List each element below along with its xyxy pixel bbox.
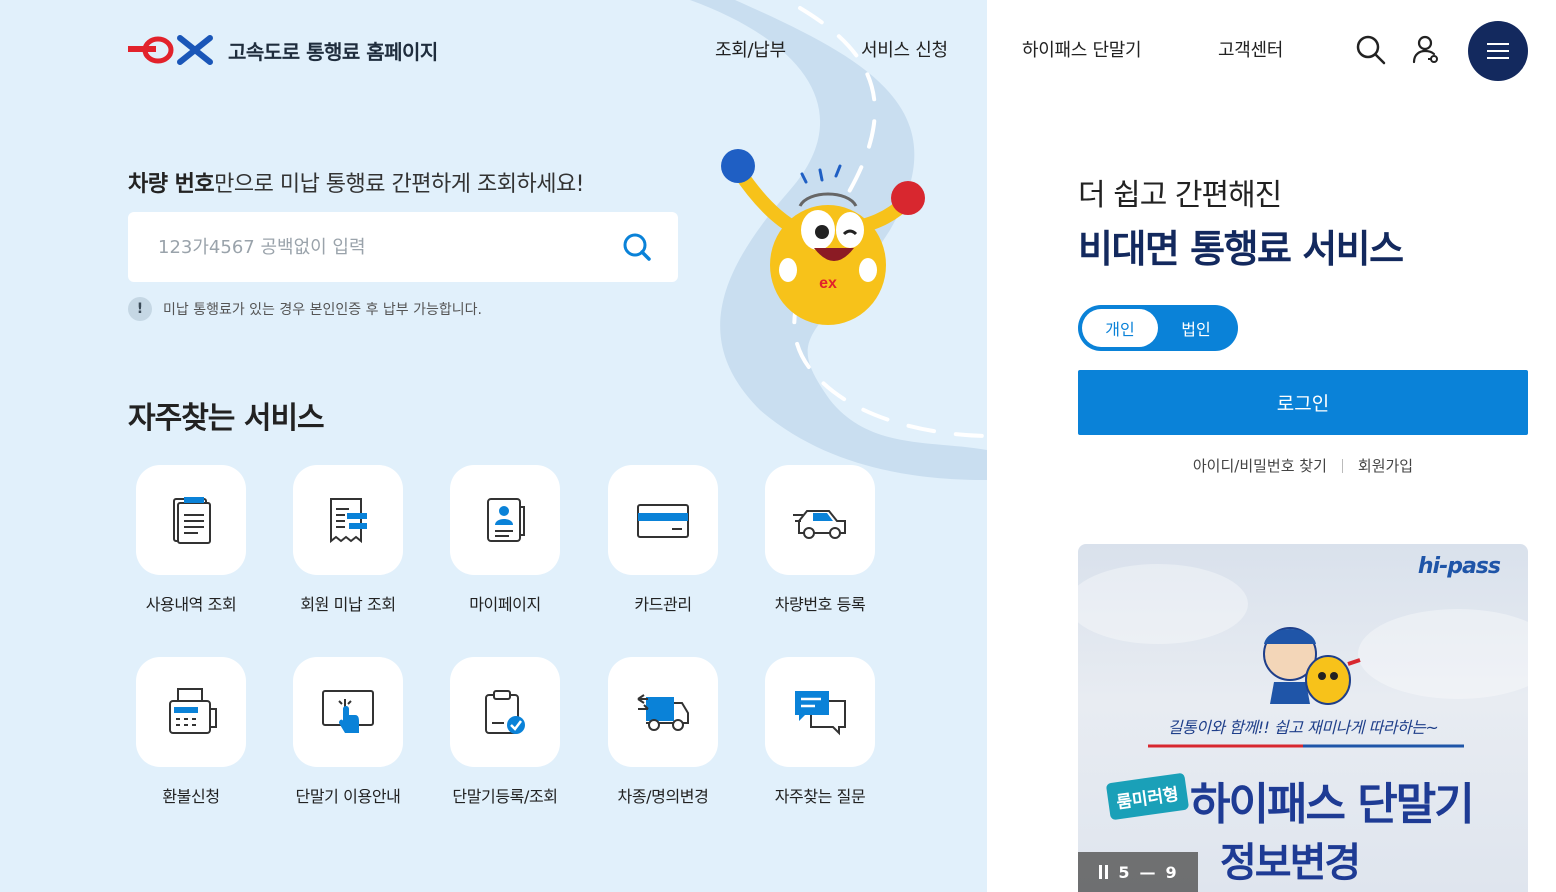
hamburger-menu-icon bbox=[1487, 43, 1509, 45]
ex-logo-icon bbox=[128, 35, 213, 65]
search-submit-icon[interactable] bbox=[620, 230, 654, 264]
promo-title: 비대면 통행료 서비스 bbox=[1078, 227, 1404, 271]
hipass-brand-logo: hi-pass bbox=[1417, 554, 1501, 579]
divider bbox=[1341, 458, 1343, 473]
nav-hipass-device[interactable]: 하이패스 단말기 bbox=[1022, 36, 1142, 62]
banner-subheadline: 정보변경 bbox=[1220, 840, 1361, 886]
plate-search-box bbox=[128, 212, 678, 282]
chat-bubbles-icon bbox=[795, 691, 846, 736]
unpaid-notice: ! 미납 통행료가 있는 경우 본인인증 후 납부 가능합니다. bbox=[128, 297, 482, 321]
plate-number-input[interactable] bbox=[158, 236, 620, 258]
banner-headline: 하이패스 단말기 bbox=[1190, 779, 1475, 830]
service-card-management[interactable]: 카드관리 bbox=[584, 465, 742, 615]
toggle-personal[interactable]: 개인 bbox=[1082, 309, 1158, 347]
service-device-register[interactable]: 단말기등록/조회 bbox=[426, 657, 584, 807]
nav-customer-center[interactable]: 고객센터 bbox=[1218, 36, 1283, 62]
cash-register-icon bbox=[169, 688, 217, 734]
lookup-title: 차량 번호만으로 미납 통행료 간편하게 조회하세요! bbox=[128, 172, 584, 197]
profile-card-icon bbox=[487, 498, 525, 542]
slide-total: 9 bbox=[1165, 862, 1177, 882]
service-unpaid-inquiry[interactable]: 회원 미납 조회 bbox=[269, 465, 427, 615]
promo-subtitle: 더 쉽고 간편해진 bbox=[1078, 178, 1282, 213]
promo-banner[interactable]: hi-pass 길통이와 함께!! 쉽고 재미나게 따라하는~ 룸미러형 하이패… bbox=[1078, 544, 1528, 892]
service-device-guide[interactable]: 단말기 이용안내 bbox=[269, 657, 427, 807]
service-usage-history[interactable]: 사용내역 조회 bbox=[112, 465, 270, 615]
truck-exchange-icon bbox=[637, 694, 689, 731]
exclamation-icon: ! bbox=[128, 297, 152, 321]
account-links: 아이디/비밀번호 찾기 회원가입 bbox=[1078, 455, 1528, 476]
site-title: 고속도로 통행료 홈페이지 bbox=[228, 39, 438, 64]
nav-service-request[interactable]: 서비스 신청 bbox=[861, 36, 948, 62]
hamburger-menu-button[interactable] bbox=[1468, 21, 1528, 81]
service-faq[interactable]: 자주찾는 질문 bbox=[741, 657, 899, 807]
search-icon[interactable] bbox=[1355, 34, 1387, 66]
service-mypage[interactable]: 마이페이지 bbox=[426, 465, 584, 615]
slide-controls: 5 — 9 bbox=[1078, 852, 1198, 892]
receipt-list-icon bbox=[173, 497, 211, 544]
car-icon bbox=[793, 510, 846, 539]
mascot-car-illustration: ex bbox=[721, 149, 925, 325]
signup-link[interactable]: 회원가입 bbox=[1358, 455, 1413, 476]
slide-separator: — bbox=[1139, 862, 1156, 882]
banner-tagline: 길통이와 함께!! 쉽고 재미나게 따라하는~ bbox=[1167, 718, 1439, 737]
toggle-corporate[interactable]: 법인 bbox=[1158, 309, 1234, 347]
user-icon[interactable] bbox=[1410, 34, 1442, 66]
service-refund-request[interactable]: 환불신청 bbox=[112, 657, 270, 807]
member-type-toggle: 개인 법인 bbox=[1078, 305, 1238, 351]
frequent-services-title: 자주찾는 서비스 bbox=[128, 401, 325, 436]
svg-text:ex: ex bbox=[819, 275, 837, 292]
service-vehicle-register[interactable]: 차량번호 등록 bbox=[741, 465, 899, 615]
find-id-password-link[interactable]: 아이디/비밀번호 찾기 bbox=[1193, 455, 1327, 476]
login-button[interactable]: 로그인 bbox=[1078, 370, 1528, 435]
pause-icon[interactable] bbox=[1099, 865, 1109, 879]
service-vehicle-owner-change[interactable]: 차종/명의변경 bbox=[584, 657, 742, 807]
clipboard-check-icon bbox=[485, 690, 525, 734]
nav-inquiry-payment[interactable]: 조회/납부 bbox=[715, 36, 786, 62]
touch-screen-icon bbox=[322, 690, 374, 733]
slide-current: 5 bbox=[1118, 862, 1130, 882]
bill-icon bbox=[330, 498, 367, 544]
notice-text: 미납 통행료가 있는 경우 본인인증 후 납부 가능합니다. bbox=[163, 302, 482, 318]
credit-card-icon bbox=[637, 504, 689, 538]
site-logo[interactable]: 고속도로 통행료 홈페이지 bbox=[128, 32, 438, 68]
